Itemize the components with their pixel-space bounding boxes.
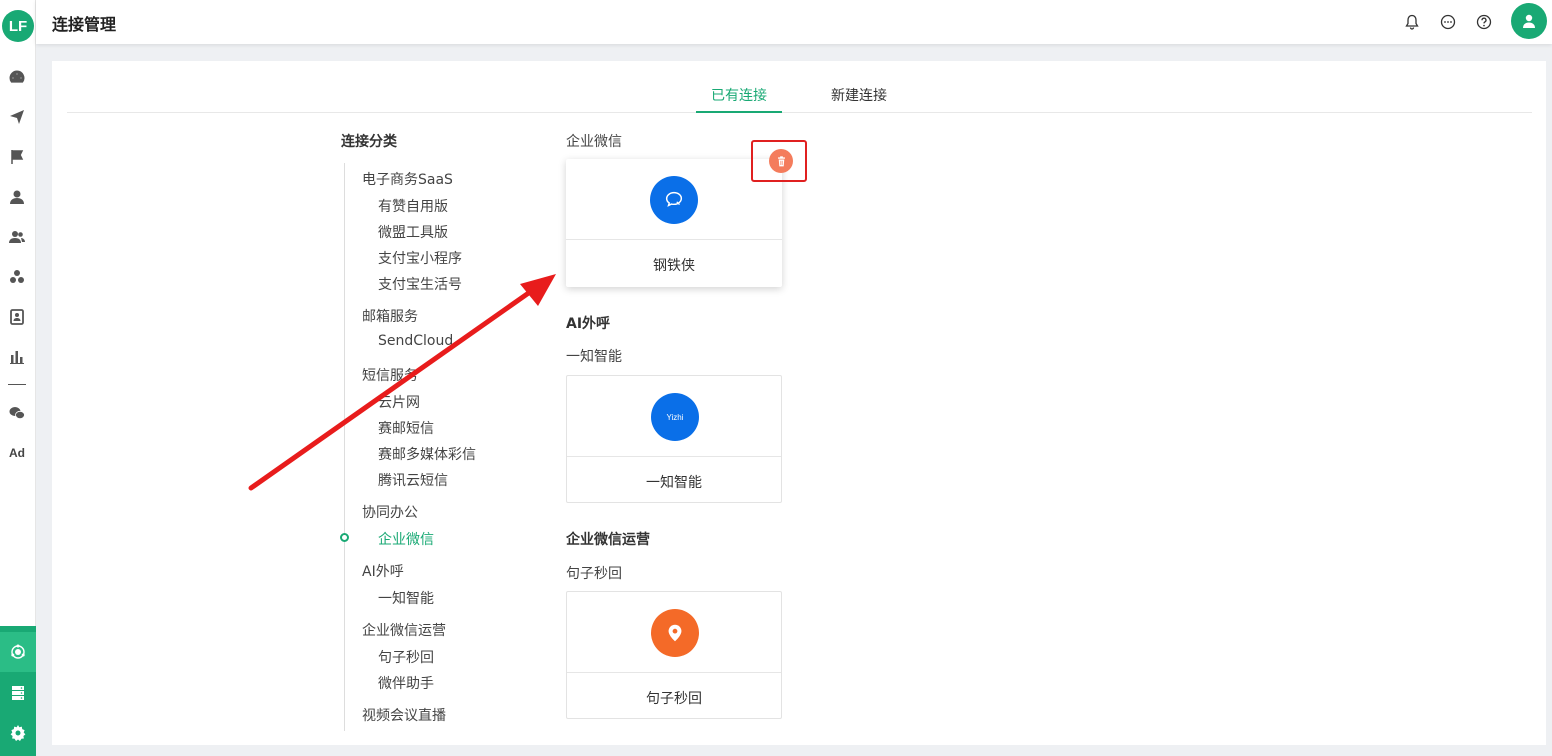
send-icon[interactable]	[6, 106, 28, 128]
location-pin-icon	[651, 609, 699, 657]
sidebar-divider	[8, 384, 26, 385]
category-item[interactable]: 腾讯云短信	[378, 470, 448, 490]
tab-bar: 已有连接 新建连接	[67, 61, 1532, 113]
help-icon[interactable]	[1474, 12, 1494, 32]
category-item[interactable]: 云片网	[378, 392, 420, 412]
category-item[interactable]: SendCloud	[378, 333, 453, 349]
card-label: 一知智能	[646, 475, 702, 491]
delete-highlight-box	[751, 140, 807, 182]
trash-icon	[777, 155, 785, 166]
active-category-dot	[340, 533, 349, 542]
chat-bubble-icon	[650, 176, 698, 224]
section-title: 企业微信运营	[566, 532, 650, 548]
section-subtitle: 一知智能	[566, 349, 622, 365]
wechat-icon[interactable]	[6, 402, 28, 424]
card-label: 句子秒回	[646, 691, 702, 707]
connection-card[interactable]: 钢铁侠	[566, 159, 782, 287]
card-label: 钢铁侠	[653, 258, 695, 274]
flag-icon[interactable]	[6, 146, 28, 168]
group-icon[interactable]	[6, 266, 28, 288]
card-divider	[566, 239, 782, 240]
yizhi-logo-icon: Yizhi	[651, 393, 699, 441]
section-title: AI外呼	[566, 316, 611, 332]
tab-new-connection[interactable]: 新建连接	[831, 85, 887, 113]
category-group[interactable]: 视频会议直播	[362, 705, 446, 725]
category-group[interactable]: 企业微信运营	[362, 620, 446, 640]
connection-card[interactable]: 句子秒回	[566, 591, 782, 719]
category-group[interactable]: 协同办公	[362, 502, 418, 522]
category-title: 连接分类	[341, 134, 397, 150]
category-item[interactable]: 赛邮多媒体彩信	[378, 444, 476, 464]
delete-button[interactable]	[769, 149, 793, 173]
user-icon[interactable]	[6, 186, 28, 208]
chart-icon[interactable]	[6, 346, 28, 368]
connection-card[interactable]: Yizhi 一知智能	[566, 375, 782, 503]
category-group[interactable]: AI外呼	[362, 561, 404, 581]
category-group[interactable]: 短信服务	[362, 365, 418, 385]
sidebar: LF Ad	[0, 0, 36, 756]
dashboard-icon[interactable]	[6, 66, 28, 88]
category-tree-line	[344, 163, 345, 731]
category-item[interactable]: 支付宝生活号	[378, 274, 462, 294]
top-bar: 连接管理	[36, 0, 1552, 44]
users-icon[interactable]	[6, 226, 28, 248]
section-subtitle: 企业微信	[566, 134, 622, 150]
category-item[interactable]: 有赞自用版	[378, 196, 448, 216]
section-subtitle: 句子秒回	[566, 566, 622, 582]
card-divider	[567, 456, 781, 457]
server-icon[interactable]	[7, 682, 29, 704]
ad-icon[interactable]: Ad	[6, 446, 28, 460]
sidebar-bottom-nav	[0, 626, 36, 756]
category-item[interactable]: 微盟工具版	[378, 222, 448, 242]
logo-text: Yizhi	[666, 412, 684, 422]
category-item[interactable]: 赛邮短信	[378, 418, 434, 438]
message-icon[interactable]	[1438, 12, 1458, 32]
page-title: 连接管理	[52, 15, 117, 34]
main-content: 已有连接 新建连接 连接分类 电子商务SaaS 有赞自用版 微盟工具版 支付宝小…	[52, 61, 1546, 745]
category-item[interactable]: 支付宝小程序	[378, 248, 462, 268]
tab-existing-connections[interactable]: 已有连接	[696, 85, 782, 113]
category-item[interactable]: 微伴助手	[378, 673, 434, 693]
category-group[interactable]: 电子商务SaaS	[362, 169, 453, 189]
app-logo[interactable]: LF	[2, 10, 34, 42]
connect-icon[interactable]	[7, 641, 29, 663]
avatar[interactable]	[1511, 3, 1547, 39]
category-item-active[interactable]: 企业微信	[378, 529, 434, 549]
category-item[interactable]: 一知智能	[378, 588, 434, 608]
bell-icon[interactable]	[1402, 12, 1422, 32]
category-item[interactable]: 句子秒回	[378, 647, 434, 667]
category-group[interactable]: 邮箱服务	[362, 306, 418, 326]
card-divider	[567, 672, 781, 673]
badge-icon[interactable]	[6, 306, 28, 328]
gear-icon[interactable]	[7, 722, 29, 744]
